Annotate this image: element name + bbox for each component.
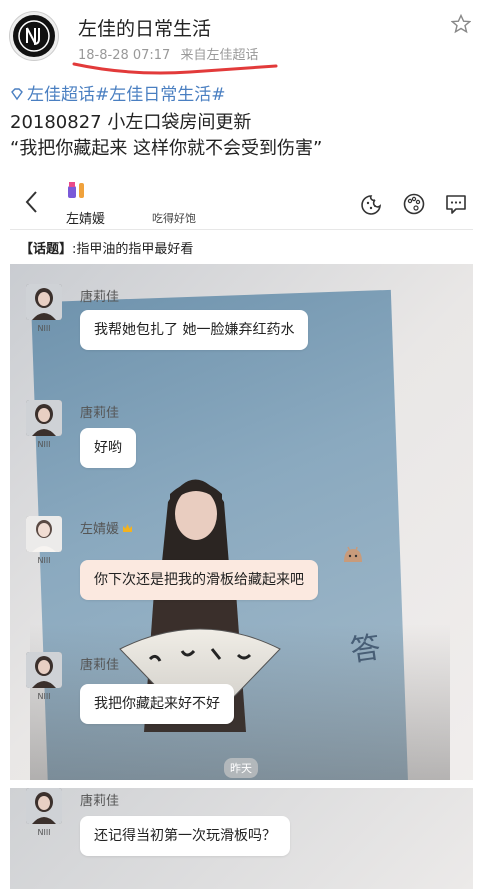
chat-title: 左婧媛: [66, 212, 106, 227]
author-avatar[interactable]: [10, 12, 58, 60]
sender-name: 唐莉佳: [80, 658, 120, 673]
sender-name: 唐莉佳: [80, 290, 120, 305]
chat-message: NIII 唐莉佳 还记得当初第一次玩滑板吗？: [10, 788, 473, 878]
supertopic-icon: [11, 88, 23, 101]
chat-header: 左婧媛 吃得好饱: [10, 176, 473, 230]
tags-text[interactable]: 左佳超话#左佳日常生活#: [27, 85, 226, 105]
gift-icon: [68, 182, 84, 198]
topic-label: 【话题】: [20, 242, 73, 257]
avatar-team-label: NIII: [37, 440, 51, 449]
post-text-line2: “我把你藏起来 这样你就不会受到伤害”: [10, 138, 323, 159]
avatar-team-label: NIII: [37, 324, 51, 333]
post-text-line1: 20180827 小左口袋房间更新: [10, 112, 252, 133]
post-tags[interactable]: 左佳超话#左佳日常生活#: [10, 80, 226, 105]
star-icon[interactable]: [451, 14, 471, 34]
crown-icon: [123, 524, 133, 532]
avatar-team-label: NIII: [37, 556, 51, 565]
bubble-pet-icon: [344, 546, 362, 562]
avatar[interactable]: [26, 516, 62, 552]
avatar[interactable]: [26, 652, 62, 688]
avatar-team-label: NIII: [37, 828, 51, 837]
message-bubble[interactable]: 我把你藏起来好不好: [80, 684, 234, 724]
avatar-team-label: NIII: [37, 692, 51, 701]
logo-icon: [18, 20, 50, 52]
sender-name-row: 左婧媛: [80, 518, 133, 537]
chat-timestamp: 昨天: [224, 758, 258, 778]
comment-icon[interactable]: [444, 192, 468, 216]
message-bubble[interactable]: 好哟: [80, 428, 136, 468]
chat-topic: 【话题】:指甲油的指甲最好看: [10, 230, 473, 264]
post-header: 左佳的日常生活 18-8-28 07:17 来自左佳超话: [0, 0, 483, 78]
message-bubble[interactable]: 我帮她包扎了 她一脸嫌弃红药水: [80, 310, 309, 350]
author-name[interactable]: 左佳的日常生活: [78, 14, 211, 41]
chat-message: NIII 唐莉佳 我帮她包扎了 她一脸嫌弃红药水: [10, 284, 473, 364]
message-bubble[interactable]: 你下次还是把我的滑板给藏起来吧: [80, 560, 318, 600]
message-bubble[interactable]: 还记得当初第一次玩滑板吗？: [80, 816, 290, 856]
chat-message: NIII 唐莉佳 我把你藏起来好不好: [10, 652, 473, 732]
avatar[interactable]: [26, 400, 62, 436]
sender-name: 左婧媛: [80, 522, 120, 537]
chat-message: NIII 唐莉佳 好哟: [10, 400, 473, 480]
palette-icon[interactable]: [402, 192, 426, 216]
screenshot-separator: [10, 780, 473, 788]
avatar[interactable]: [26, 284, 62, 320]
sender-name: 唐莉佳: [80, 794, 120, 809]
embedded-chat-screenshot[interactable]: 左婧媛 吃得好饱 【话题】:指甲油的指甲最好看 NIII 唐莉佳 我帮她包扎了 …: [10, 176, 473, 889]
back-chevron-icon[interactable]: [24, 190, 38, 214]
red-underline-annotation: [72, 62, 278, 75]
chat-message: NIII 左婧媛 你下次还是把我的滑板给藏起来吧: [10, 516, 473, 616]
topic-text: :指甲油的指甲最好看: [72, 242, 194, 257]
sender-name: 唐莉佳: [80, 406, 120, 421]
chat-status: 吃得好饱: [152, 212, 196, 225]
cookie-icon[interactable]: [360, 192, 384, 216]
avatar[interactable]: [26, 788, 62, 824]
